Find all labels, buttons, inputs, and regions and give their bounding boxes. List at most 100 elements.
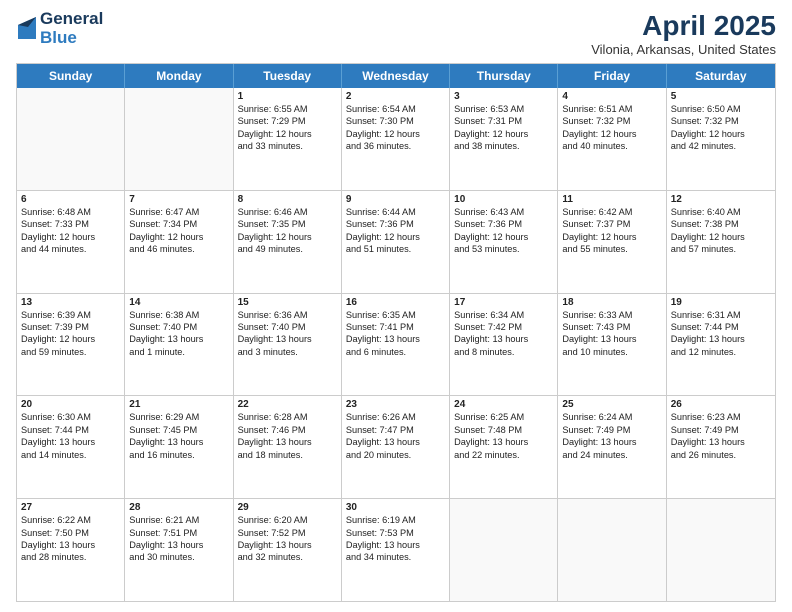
calendar-cell: 28Sunrise: 6:21 AM Sunset: 7:51 PM Dayli… bbox=[125, 499, 233, 601]
day-number: 26 bbox=[671, 399, 771, 410]
logo-general-text: General bbox=[40, 10, 103, 29]
header-tuesday: Tuesday bbox=[234, 64, 342, 88]
day-number: 25 bbox=[562, 399, 661, 410]
day-info: Sunrise: 6:24 AM Sunset: 7:49 PM Dayligh… bbox=[562, 411, 661, 461]
day-info: Sunrise: 6:43 AM Sunset: 7:36 PM Dayligh… bbox=[454, 206, 553, 256]
day-info: Sunrise: 6:50 AM Sunset: 7:32 PM Dayligh… bbox=[671, 103, 771, 153]
day-number: 22 bbox=[238, 399, 337, 410]
calendar-week-1: 1Sunrise: 6:55 AM Sunset: 7:29 PM Daylig… bbox=[17, 88, 775, 191]
calendar-cell: 24Sunrise: 6:25 AM Sunset: 7:48 PM Dayli… bbox=[450, 396, 558, 498]
day-info: Sunrise: 6:42 AM Sunset: 7:37 PM Dayligh… bbox=[562, 206, 661, 256]
calendar-week-4: 20Sunrise: 6:30 AM Sunset: 7:44 PM Dayli… bbox=[17, 396, 775, 499]
header-sunday: Sunday bbox=[17, 64, 125, 88]
calendar-cell: 5Sunrise: 6:50 AM Sunset: 7:32 PM Daylig… bbox=[667, 88, 775, 190]
day-info: Sunrise: 6:22 AM Sunset: 7:50 PM Dayligh… bbox=[21, 514, 120, 564]
day-info: Sunrise: 6:28 AM Sunset: 7:46 PM Dayligh… bbox=[238, 411, 337, 461]
calendar-cell: 27Sunrise: 6:22 AM Sunset: 7:50 PM Dayli… bbox=[17, 499, 125, 601]
day-number: 21 bbox=[129, 399, 228, 410]
day-info: Sunrise: 6:48 AM Sunset: 7:33 PM Dayligh… bbox=[21, 206, 120, 256]
calendar-cell: 18Sunrise: 6:33 AM Sunset: 7:43 PM Dayli… bbox=[558, 294, 666, 396]
day-number: 9 bbox=[346, 194, 445, 205]
day-info: Sunrise: 6:44 AM Sunset: 7:36 PM Dayligh… bbox=[346, 206, 445, 256]
day-number: 10 bbox=[454, 194, 553, 205]
calendar-cell bbox=[667, 499, 775, 601]
day-info: Sunrise: 6:25 AM Sunset: 7:48 PM Dayligh… bbox=[454, 411, 553, 461]
day-number: 28 bbox=[129, 502, 228, 513]
header-saturday: Saturday bbox=[667, 64, 775, 88]
day-number: 30 bbox=[346, 502, 445, 513]
day-number: 12 bbox=[671, 194, 771, 205]
calendar-cell: 10Sunrise: 6:43 AM Sunset: 7:36 PM Dayli… bbox=[450, 191, 558, 293]
calendar-cell: 19Sunrise: 6:31 AM Sunset: 7:44 PM Dayli… bbox=[667, 294, 775, 396]
day-number: 2 bbox=[346, 91, 445, 102]
day-number: 19 bbox=[671, 297, 771, 308]
day-number: 4 bbox=[562, 91, 661, 102]
calendar-cell bbox=[558, 499, 666, 601]
day-info: Sunrise: 6:36 AM Sunset: 7:40 PM Dayligh… bbox=[238, 309, 337, 359]
calendar-body: 1Sunrise: 6:55 AM Sunset: 7:29 PM Daylig… bbox=[17, 88, 775, 601]
calendar-cell bbox=[125, 88, 233, 190]
header-wednesday: Wednesday bbox=[342, 64, 450, 88]
calendar-cell: 30Sunrise: 6:19 AM Sunset: 7:53 PM Dayli… bbox=[342, 499, 450, 601]
calendar-cell: 20Sunrise: 6:30 AM Sunset: 7:44 PM Dayli… bbox=[17, 396, 125, 498]
calendar-cell: 11Sunrise: 6:42 AM Sunset: 7:37 PM Dayli… bbox=[558, 191, 666, 293]
calendar-cell: 22Sunrise: 6:28 AM Sunset: 7:46 PM Dayli… bbox=[234, 396, 342, 498]
calendar-cell: 2Sunrise: 6:54 AM Sunset: 7:30 PM Daylig… bbox=[342, 88, 450, 190]
calendar-cell: 4Sunrise: 6:51 AM Sunset: 7:32 PM Daylig… bbox=[558, 88, 666, 190]
calendar-week-3: 13Sunrise: 6:39 AM Sunset: 7:39 PM Dayli… bbox=[17, 294, 775, 397]
day-number: 5 bbox=[671, 91, 771, 102]
location: Vilonia, Arkansas, United States bbox=[591, 42, 776, 57]
day-number: 27 bbox=[21, 502, 120, 513]
day-info: Sunrise: 6:30 AM Sunset: 7:44 PM Dayligh… bbox=[21, 411, 120, 461]
day-info: Sunrise: 6:19 AM Sunset: 7:53 PM Dayligh… bbox=[346, 514, 445, 564]
calendar-cell: 12Sunrise: 6:40 AM Sunset: 7:38 PM Dayli… bbox=[667, 191, 775, 293]
day-number: 13 bbox=[21, 297, 120, 308]
logo: General Blue bbox=[16, 10, 103, 47]
day-number: 11 bbox=[562, 194, 661, 205]
day-number: 8 bbox=[238, 194, 337, 205]
page: General Blue April 2025 Vilonia, Arkansa… bbox=[0, 0, 792, 612]
day-info: Sunrise: 6:34 AM Sunset: 7:42 PM Dayligh… bbox=[454, 309, 553, 359]
day-info: Sunrise: 6:38 AM Sunset: 7:40 PM Dayligh… bbox=[129, 309, 228, 359]
day-info: Sunrise: 6:26 AM Sunset: 7:47 PM Dayligh… bbox=[346, 411, 445, 461]
calendar-cell: 6Sunrise: 6:48 AM Sunset: 7:33 PM Daylig… bbox=[17, 191, 125, 293]
calendar-header: Sunday Monday Tuesday Wednesday Thursday… bbox=[17, 64, 775, 88]
calendar-cell: 16Sunrise: 6:35 AM Sunset: 7:41 PM Dayli… bbox=[342, 294, 450, 396]
calendar-cell: 7Sunrise: 6:47 AM Sunset: 7:34 PM Daylig… bbox=[125, 191, 233, 293]
day-info: Sunrise: 6:54 AM Sunset: 7:30 PM Dayligh… bbox=[346, 103, 445, 153]
day-number: 6 bbox=[21, 194, 120, 205]
calendar: Sunday Monday Tuesday Wednesday Thursday… bbox=[16, 63, 776, 602]
day-info: Sunrise: 6:20 AM Sunset: 7:52 PM Dayligh… bbox=[238, 514, 337, 564]
day-info: Sunrise: 6:46 AM Sunset: 7:35 PM Dayligh… bbox=[238, 206, 337, 256]
calendar-cell: 25Sunrise: 6:24 AM Sunset: 7:49 PM Dayli… bbox=[558, 396, 666, 498]
calendar-cell: 15Sunrise: 6:36 AM Sunset: 7:40 PM Dayli… bbox=[234, 294, 342, 396]
day-number: 15 bbox=[238, 297, 337, 308]
calendar-cell: 21Sunrise: 6:29 AM Sunset: 7:45 PM Dayli… bbox=[125, 396, 233, 498]
day-number: 24 bbox=[454, 399, 553, 410]
calendar-cell: 26Sunrise: 6:23 AM Sunset: 7:49 PM Dayli… bbox=[667, 396, 775, 498]
calendar-week-2: 6Sunrise: 6:48 AM Sunset: 7:33 PM Daylig… bbox=[17, 191, 775, 294]
header-friday: Friday bbox=[558, 64, 666, 88]
header: General Blue April 2025 Vilonia, Arkansa… bbox=[16, 10, 776, 57]
calendar-cell: 1Sunrise: 6:55 AM Sunset: 7:29 PM Daylig… bbox=[234, 88, 342, 190]
header-monday: Monday bbox=[125, 64, 233, 88]
calendar-cell: 14Sunrise: 6:38 AM Sunset: 7:40 PM Dayli… bbox=[125, 294, 233, 396]
logo-blue-text: Blue bbox=[40, 29, 103, 48]
day-info: Sunrise: 6:21 AM Sunset: 7:51 PM Dayligh… bbox=[129, 514, 228, 564]
day-number: 17 bbox=[454, 297, 553, 308]
month-title: April 2025 bbox=[591, 10, 776, 42]
calendar-cell: 23Sunrise: 6:26 AM Sunset: 7:47 PM Dayli… bbox=[342, 396, 450, 498]
day-info: Sunrise: 6:29 AM Sunset: 7:45 PM Dayligh… bbox=[129, 411, 228, 461]
calendar-cell: 9Sunrise: 6:44 AM Sunset: 7:36 PM Daylig… bbox=[342, 191, 450, 293]
day-number: 18 bbox=[562, 297, 661, 308]
day-number: 3 bbox=[454, 91, 553, 102]
day-number: 29 bbox=[238, 502, 337, 513]
title-section: April 2025 Vilonia, Arkansas, United Sta… bbox=[591, 10, 776, 57]
calendar-cell: 29Sunrise: 6:20 AM Sunset: 7:52 PM Dayli… bbox=[234, 499, 342, 601]
calendar-cell: 8Sunrise: 6:46 AM Sunset: 7:35 PM Daylig… bbox=[234, 191, 342, 293]
day-number: 14 bbox=[129, 297, 228, 308]
day-number: 23 bbox=[346, 399, 445, 410]
day-number: 1 bbox=[238, 91, 337, 102]
day-info: Sunrise: 6:33 AM Sunset: 7:43 PM Dayligh… bbox=[562, 309, 661, 359]
day-info: Sunrise: 6:35 AM Sunset: 7:41 PM Dayligh… bbox=[346, 309, 445, 359]
